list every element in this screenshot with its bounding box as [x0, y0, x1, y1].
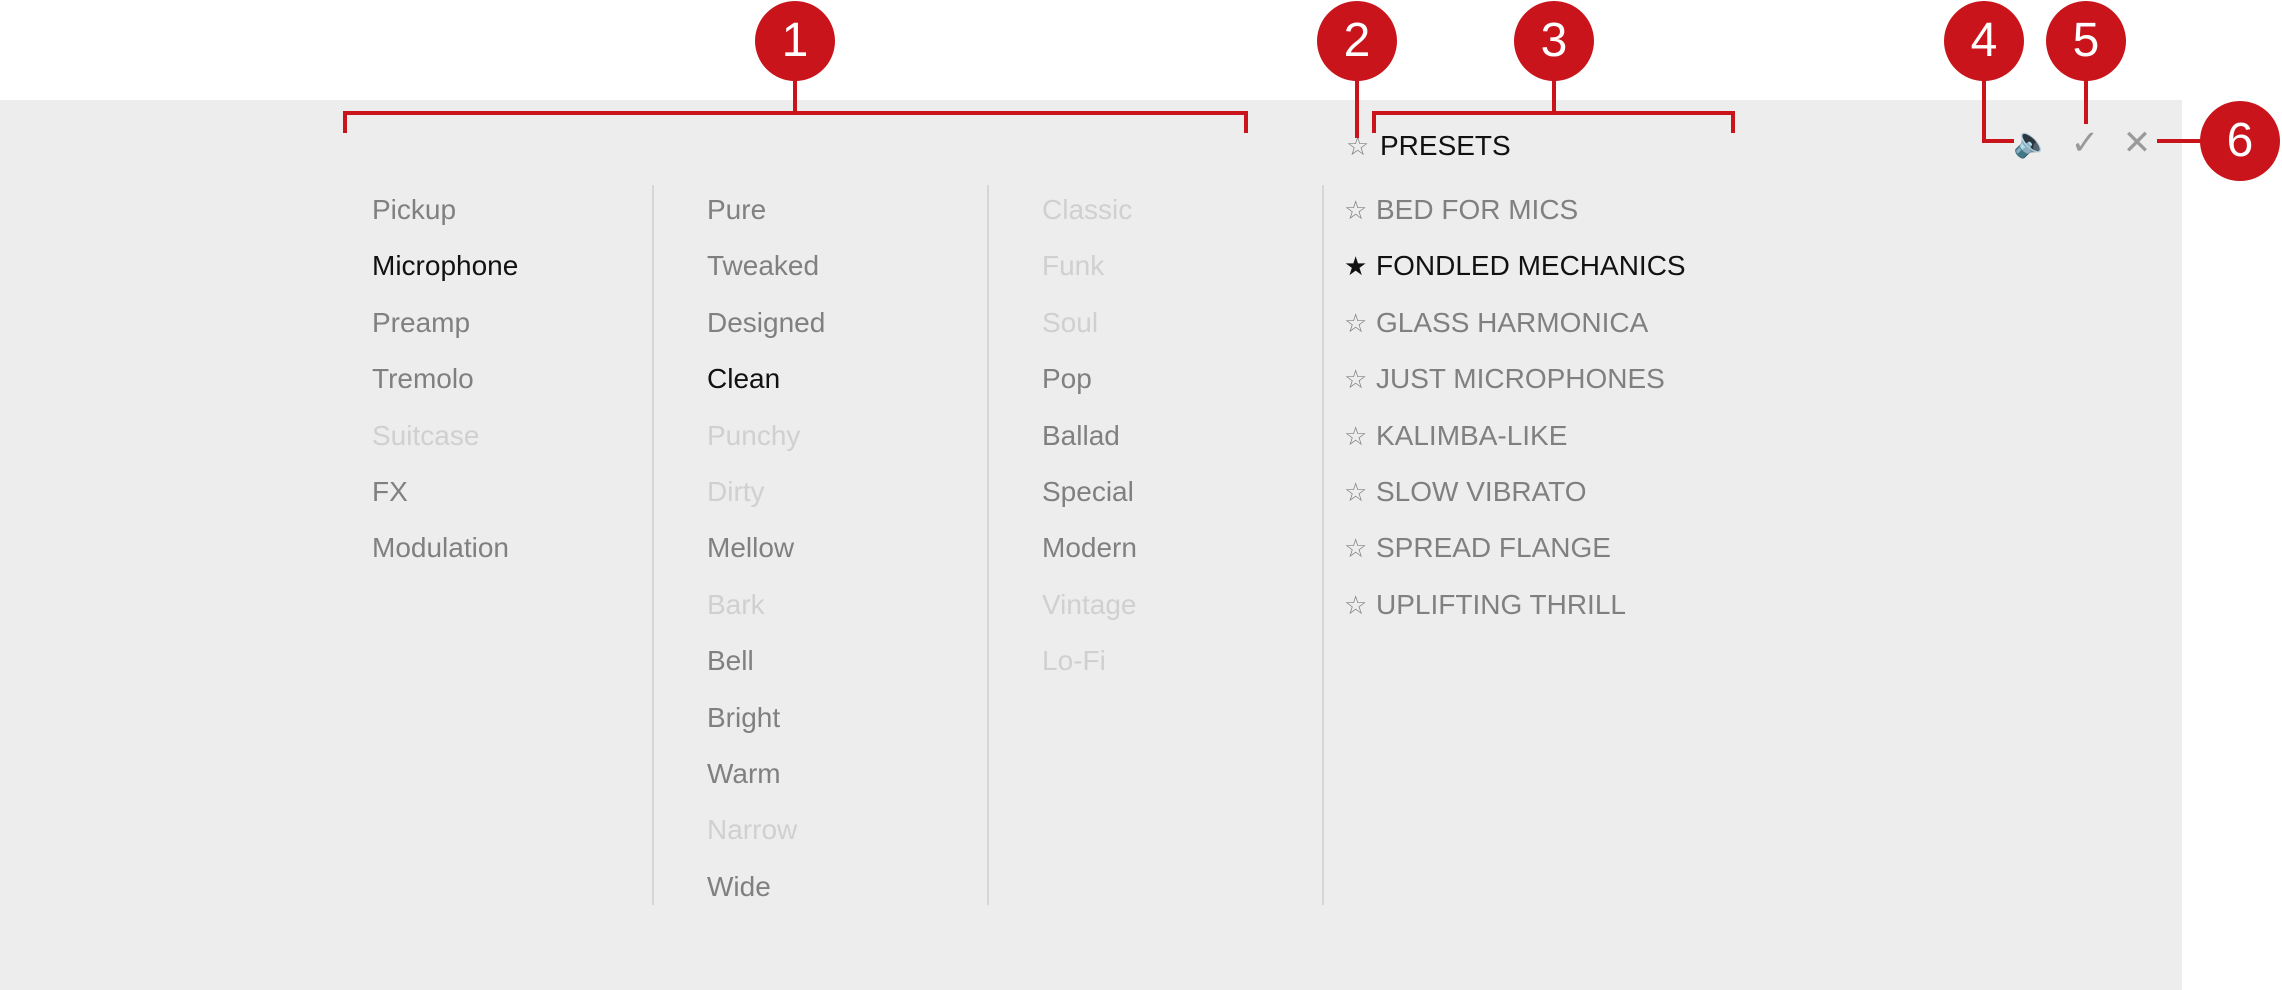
tag-item-pop[interactable]: Pop [1042, 351, 1137, 407]
tag-item-microphone[interactable]: Microphone [372, 238, 518, 294]
close-icon[interactable]: ✕ [2117, 123, 2157, 163]
favorite-star-icon[interactable]: ☆ [1344, 351, 1376, 407]
preset-label: GLASS HARMONICA [1376, 306, 1649, 338]
check-icon[interactable]: ✓ [2065, 123, 2105, 163]
callout-stem-2 [1355, 78, 1359, 138]
favorite-star-icon[interactable]: ☆ [1344, 464, 1376, 520]
callout-badge: 6 [2200, 101, 2280, 181]
tag-item-bark: Bark [707, 588, 765, 620]
column-divider [1322, 185, 1324, 905]
preset-item[interactable]: ☆ GLASS HARMONICA [1344, 295, 1686, 351]
callout-badge: 5 [2046, 1, 2126, 81]
callout-badge: 4 [1944, 1, 2024, 81]
tag-item-suitcase: Suitcase [372, 419, 480, 451]
preset-item[interactable]: ☆ SPREAD FLANGE [1344, 520, 1686, 576]
tag-item-fx[interactable]: FX [372, 464, 518, 520]
tag-item-preamp[interactable]: Preamp [372, 295, 518, 351]
favorite-star-icon[interactable]: ☆ [1344, 520, 1376, 576]
tag-item-wide[interactable]: Wide [707, 859, 825, 915]
preset-item[interactable]: ★ FONDLED MECHANICS [1344, 238, 1686, 294]
speaker-icon[interactable]: 🔈 [2012, 123, 2052, 163]
category-column: Pickup Microphone Preamp Tremolo Suitcase FX M… [372, 182, 518, 577]
tag-item-funk: Funk [1042, 250, 1105, 282]
callout-bracket-1-left [343, 111, 347, 133]
callout-stem-4 [1982, 78, 1986, 143]
tag-item-mellow[interactable]: Mellow [707, 520, 825, 576]
callout-badge: 2 [1317, 1, 1397, 81]
column-divider [652, 185, 654, 905]
callout-stem-5 [2084, 78, 2088, 124]
tag-item-lo-fi: Lo-Fi [1042, 645, 1106, 677]
tag-item-pure[interactable]: Pure [707, 182, 825, 238]
callout-bracket-3-left [1372, 111, 1376, 133]
column-divider [987, 185, 989, 905]
preset-label: FONDLED MECHANICS [1376, 250, 1686, 282]
callout-bracket-3-right [1731, 111, 1735, 133]
tag-item-tremolo[interactable]: Tremolo [372, 351, 518, 407]
callout-badge: 3 [1514, 1, 1594, 81]
callout-stem-3 [1552, 78, 1556, 114]
callout-stem-4-horizontal [1982, 139, 2014, 143]
tag-item-clean[interactable]: Clean [707, 351, 825, 407]
preset-label: BED FOR MICS [1376, 194, 1579, 225]
tag-item-modern[interactable]: Modern [1042, 520, 1137, 576]
tag-item-pickup[interactable]: Pickup [372, 182, 518, 238]
favorite-star-icon[interactable]: ☆ [1344, 182, 1376, 238]
presets-title: PRESETS [1380, 130, 1511, 161]
preset-item[interactable]: ☆ KALIMBA-LIKE [1344, 408, 1686, 464]
tag-item-classic: Classic [1042, 194, 1133, 225]
preset-label: SLOW VIBRATO [1376, 475, 1587, 507]
callout-stem-1 [793, 78, 797, 114]
preset-label: JUST MICROPHONES [1376, 363, 1665, 395]
tag-item-punchy: Punchy [707, 419, 801, 451]
callout-stem-6 [2157, 139, 2203, 143]
tag-item-designed[interactable]: Designed [707, 295, 825, 351]
favorite-star-icon[interactable]: ☆ [1344, 295, 1376, 351]
favorite-star-filled-icon[interactable]: ★ [1344, 238, 1376, 294]
tag-item-tweaked[interactable]: Tweaked [707, 238, 825, 294]
tag-item-warm[interactable]: Warm [707, 746, 825, 802]
preset-label: UPLIFTING THRILL [1376, 588, 1626, 620]
preset-item[interactable]: ☆ SLOW VIBRATO [1344, 464, 1686, 520]
tag-item-special[interactable]: Special [1042, 464, 1137, 520]
preset-item[interactable]: ☆ BED FOR MICS [1344, 182, 1686, 238]
preset-item[interactable]: ☆ JUST MICROPHONES [1344, 351, 1686, 407]
tag-item-vintage: Vintage [1042, 588, 1137, 620]
favorite-star-icon[interactable]: ☆ [1344, 577, 1376, 633]
subcategory-column: Pure Tweaked Designed Clean Punchy Dirty Mello… [707, 182, 825, 915]
tag-item-ballad[interactable]: Ballad [1042, 408, 1137, 464]
tag-item-modulation[interactable]: Modulation [372, 520, 518, 576]
tag-item-soul: Soul [1042, 306, 1099, 338]
callout-bracket-1-right [1244, 111, 1248, 133]
tag-item-bell[interactable]: Bell [707, 633, 825, 689]
callout-badge: 1 [755, 1, 835, 81]
preset-list: ☆ BED FOR MICS ★ FONDLED MECHANICS ☆ GLASS HA… [1344, 182, 1686, 633]
preset-label: SPREAD FLANGE [1376, 532, 1611, 564]
preset-label: KALIMBA-LIKE [1376, 419, 1568, 451]
tag-item-narrow: Narrow [707, 814, 798, 846]
favorite-star-icon[interactable]: ☆ [1344, 408, 1376, 464]
preset-item[interactable]: ☆ UPLIFTING THRILL [1344, 577, 1686, 633]
character-column: Classic Funk Soul Pop Ballad Special Modern Vin… [1042, 182, 1137, 690]
tag-item-bright[interactable]: Bright [707, 690, 825, 746]
presets-header: ☆ PRESETS [1346, 126, 1511, 166]
tag-item-dirty: Dirty [707, 475, 765, 507]
